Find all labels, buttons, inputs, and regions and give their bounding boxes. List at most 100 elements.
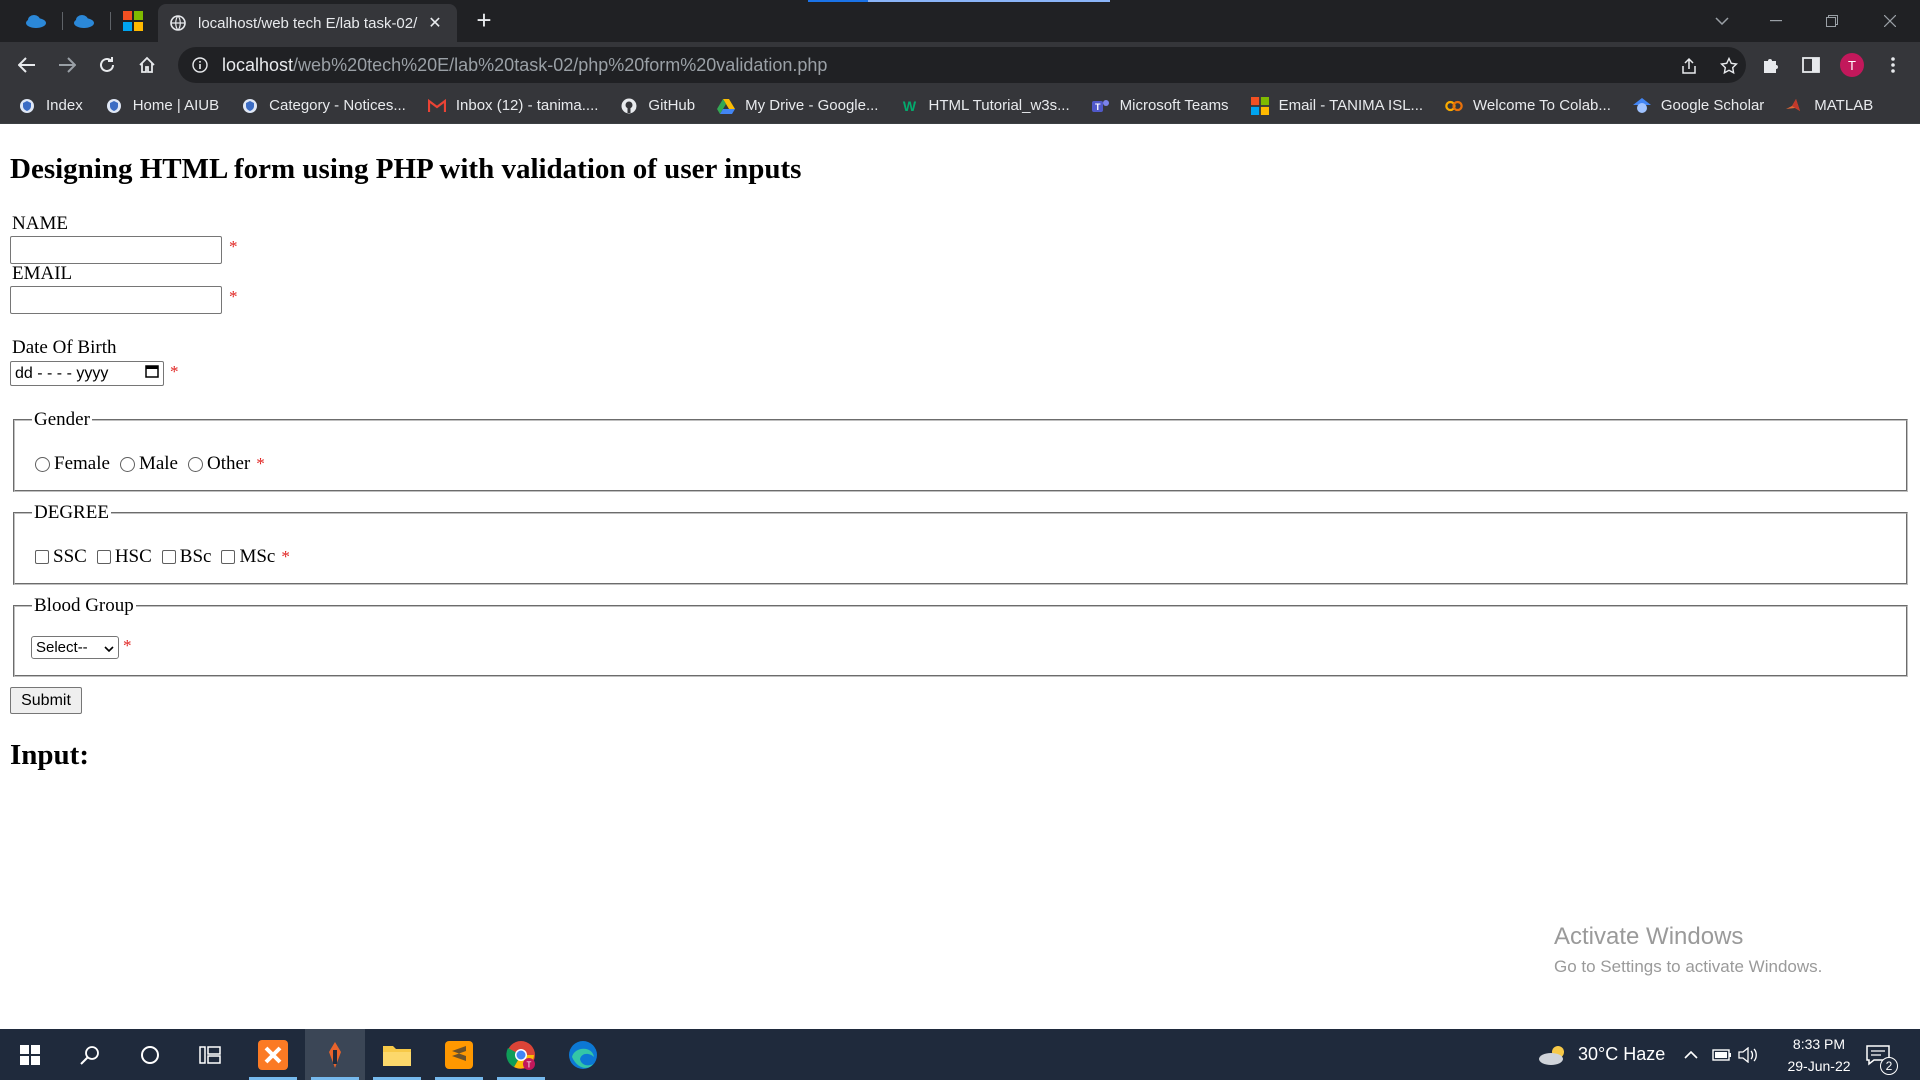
blood-group-fieldset: Blood Group Select-- * (13, 595, 1908, 677)
degree-checkbox-bsc[interactable] (161, 550, 176, 564)
edge-button[interactable] (553, 1029, 613, 1080)
address-bar[interactable]: localhost/web%20tech%20E/lab%20task-02/p… (178, 47, 1746, 83)
microsoft-icon (1250, 96, 1269, 115)
xampp-app-button[interactable] (243, 1029, 303, 1080)
notification-count-badge: 2 (1880, 1057, 1898, 1075)
active-tab[interactable]: localhost/web tech E/lab task-02/ ✕ (158, 4, 457, 42)
degree-options: SSC HSC BSc MSc * (35, 546, 290, 568)
gender-required-mark: * (256, 454, 265, 473)
tab-search-chevron-icon[interactable] (1694, 0, 1750, 42)
gender-option-label: Male (138, 453, 178, 474)
microsoft-pinned-tab[interactable] (115, 8, 151, 34)
github-icon (620, 97, 638, 115)
email-input[interactable] (10, 286, 222, 314)
bookmark-label: Welcome To Colab... (1473, 97, 1611, 114)
calendar-icon[interactable] (145, 364, 159, 383)
bookmark-w3schools[interactable]: W HTML Tutorial_w3s... (900, 97, 1070, 115)
bookmark-outlook-email[interactable]: Email - TANIMA ISL... (1250, 96, 1423, 115)
volume-icon[interactable] (1738, 1029, 1758, 1080)
bookmark-star-icon[interactable] (1718, 55, 1740, 77)
git-app-button[interactable] (305, 1029, 365, 1080)
gender-option-label: Other (206, 453, 251, 474)
matlab-icon (1786, 97, 1804, 115)
onedrive-pinned-tab[interactable] (18, 8, 54, 34)
reload-icon[interactable] (92, 50, 122, 80)
search-icon[interactable] (60, 1029, 120, 1080)
bookmark-colab[interactable]: Welcome To Colab... (1445, 97, 1611, 115)
folder-icon (383, 1045, 411, 1066)
degree-checkbox-msc[interactable] (221, 550, 236, 564)
file-explorer-button[interactable] (367, 1029, 427, 1080)
xampp-icon (258, 1039, 288, 1070)
w3schools-icon: W (902, 97, 917, 114)
page-title: Designing HTML form using PHP with valid… (10, 153, 802, 185)
bookmark-label: MATLAB (1814, 97, 1874, 114)
close-window-icon[interactable] (1862, 0, 1918, 42)
blood-group-legend: Blood Group (34, 595, 134, 616)
side-panel-icon[interactable] (1800, 54, 1822, 76)
submit-button[interactable]: Submit (10, 687, 82, 714)
dob-input[interactable]: dd - - - - yyyy (10, 361, 164, 386)
degree-option-label: MSc (239, 546, 276, 567)
restore-icon[interactable] (1804, 0, 1860, 42)
bookmark-label: Microsoft Teams (1119, 97, 1229, 114)
degree-checkbox-ssc[interactable] (35, 550, 49, 564)
url-host: localhost (222, 54, 294, 75)
colab-icon (1445, 97, 1463, 115)
cortana-icon[interactable] (120, 1029, 180, 1080)
gender-radio-male[interactable] (119, 456, 135, 472)
aiub-icon (105, 97, 123, 115)
onedrive-icon (74, 15, 94, 28)
start-button[interactable] (0, 1029, 60, 1080)
action-center-button[interactable]: 2 (1866, 1029, 1898, 1080)
onedrive-pinned-tab-2[interactable] (66, 8, 102, 34)
browser-titlebar: localhost/web tech E/lab task-02/ ✕ + (0, 0, 1920, 42)
weather-widget[interactable]: 30°C Haze (1538, 1029, 1665, 1080)
profile-avatar[interactable]: T (1840, 53, 1864, 77)
gender-radio-other[interactable] (187, 456, 203, 472)
bookmark-matlab[interactable]: MATLAB (1786, 97, 1873, 115)
dob-placeholder: dd - - - - yyyy (15, 364, 109, 382)
teams-icon: T (1091, 97, 1110, 115)
svg-text:T: T (527, 1060, 532, 1069)
new-tab-button[interactable]: + (470, 7, 498, 35)
bookmark-gmail-inbox[interactable]: Inbox (12) - tanima.... (427, 97, 598, 115)
bookmark-google-scholar[interactable]: Google Scholar (1632, 97, 1764, 115)
tray-overflow-chevron-icon[interactable] (1684, 1029, 1698, 1080)
bookmark-index[interactable]: Index (18, 97, 83, 115)
activate-windows-watermark: Activate Windows Go to Settings to activ… (1554, 923, 1822, 977)
menu-kebab-icon[interactable] (1882, 54, 1904, 76)
battery-icon[interactable] (1712, 1029, 1732, 1080)
minimize-icon[interactable] (1748, 0, 1804, 42)
tab-separator (62, 12, 63, 30)
bookmark-github[interactable]: GitHub (620, 97, 695, 115)
bookmark-microsoft-teams[interactable]: T Microsoft Teams (1091, 97, 1229, 115)
name-input[interactable] (10, 236, 222, 264)
sublime-text-button[interactable] (429, 1029, 489, 1080)
watermark-subtitle: Go to Settings to activate Windows. (1554, 957, 1823, 976)
url-path: /web%20tech%20E/lab%20task-02/php%20form… (293, 54, 828, 75)
bookmark-label: GitHub (648, 97, 696, 114)
forward-arrow-icon[interactable] (52, 50, 82, 80)
chrome-button[interactable]: T (491, 1029, 551, 1080)
back-arrow-icon[interactable] (12, 50, 42, 80)
gender-options: Female Male Other * (35, 453, 265, 475)
blood-group-select[interactable]: Select-- (31, 636, 119, 659)
bookmark-label: Home | AIUB (132, 97, 220, 114)
task-view-icon[interactable] (180, 1029, 240, 1080)
system-clock[interactable]: 8:33 PM 29-Jun-22 (1764, 1033, 1874, 1077)
degree-checkbox-hsc[interactable] (96, 550, 111, 564)
scholar-icon (1632, 97, 1651, 115)
bookmarks-bar: Index Home | AIUB Category - Notices... … (0, 88, 1920, 124)
site-info-icon[interactable] (192, 57, 208, 73)
tab-close-icon[interactable]: ✕ (425, 13, 445, 33)
bookmark-google-drive[interactable]: My Drive - Google... (717, 97, 878, 115)
home-icon[interactable] (132, 50, 162, 80)
bookmark-home-aiub[interactable]: Home | AIUB (105, 97, 219, 115)
bookmark-category-notices[interactable]: Category - Notices... (241, 97, 406, 115)
bookmark-label: Category - Notices... (269, 97, 406, 114)
gender-radio-female[interactable] (35, 456, 50, 472)
share-icon[interactable] (1678, 55, 1700, 77)
windows-logo-icon (20, 1044, 40, 1065)
extensions-puzzle-icon[interactable] (1760, 54, 1782, 76)
